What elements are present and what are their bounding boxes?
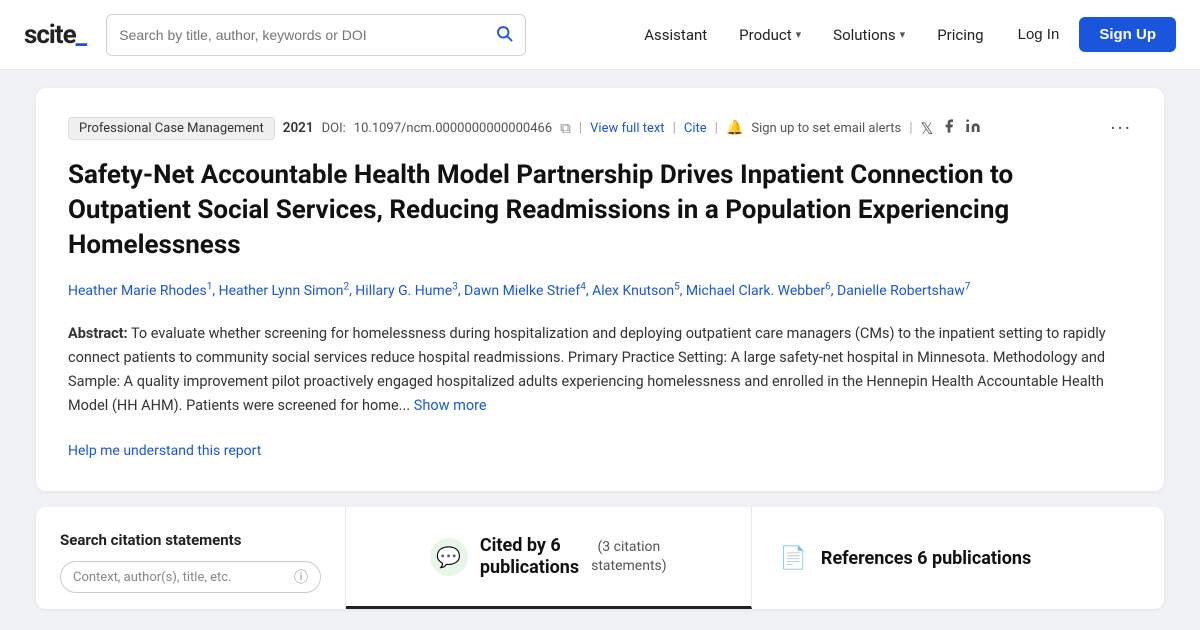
help-link[interactable]: Help me understand this report: [68, 443, 261, 459]
facebook-icon[interactable]: [941, 118, 957, 138]
nav-pricing[interactable]: Pricing: [923, 18, 997, 52]
author-3[interactable]: Hillary G. Hume3: [355, 283, 458, 299]
signup-button[interactable]: Sign Up: [1079, 17, 1176, 52]
journal-badge: Professional Case Management: [68, 117, 275, 140]
product-chevron-icon: ▾: [796, 28, 802, 41]
author-6[interactable]: Michael Clark. Webber6: [686, 283, 831, 299]
cited-by-section[interactable]: 💬 Cited by 6 publications (3 citation st…: [346, 507, 752, 609]
logo[interactable]: scite_: [24, 20, 86, 50]
social-icons: 𝕏: [921, 118, 982, 138]
show-more-button[interactable]: Show more: [414, 397, 487, 414]
linkedin-icon[interactable]: [965, 118, 981, 138]
login-button[interactable]: Log In: [1002, 18, 1076, 51]
doi-label: DOI:: [322, 121, 346, 136]
citation-statements-line2: statements): [591, 557, 667, 575]
search-input[interactable]: [119, 27, 487, 43]
solutions-chevron-icon: ▾: [900, 28, 906, 41]
doi-value: 10.1097/ncm.0000000000000466: [354, 121, 552, 136]
meta-row: Professional Case Management 2021 DOI: 1…: [68, 116, 1132, 140]
copy-doi-icon[interactable]: ⧉: [560, 119, 571, 137]
author-7[interactable]: Danielle Robertshaw7: [837, 283, 970, 299]
search-citation-title: Search citation statements: [60, 531, 321, 549]
more-options-button[interactable]: ···: [1110, 116, 1132, 140]
cite-link[interactable]: Cite: [684, 121, 707, 136]
abstract: Abstract: To evaluate whether screening …: [68, 322, 1132, 418]
article-year: 2021: [283, 120, 314, 136]
search-citation-section: Search citation statements Context, auth…: [36, 507, 346, 609]
filter-placeholder-text: Context, author(s), title, etc.: [73, 570, 232, 585]
header: scite_ Assistant Product ▾ Solutions ▾ P…: [0, 0, 1200, 70]
references-section[interactable]: 📄 References 6 publications: [752, 507, 1165, 609]
cited-text-line2: publications: [480, 557, 579, 579]
authors-list: Heather Marie Rhodes1, Heather Lynn Simo…: [68, 279, 1132, 302]
main-content: Professional Case Management 2021 DOI: 1…: [20, 88, 1180, 609]
author-1[interactable]: Heather Marie Rhodes1: [68, 283, 212, 299]
document-icon: 📄: [780, 546, 807, 571]
alert-text: Sign up to set email alerts: [751, 121, 901, 136]
article-card: Professional Case Management 2021 DOI: 1…: [36, 88, 1164, 491]
filter-info-icon: ⓘ: [294, 567, 308, 587]
main-nav: Assistant Product ▾ Solutions ▾ Pricing …: [630, 17, 1176, 52]
search-bar[interactable]: [106, 14, 526, 56]
cited-main: 💬 Cited by 6 publications (3 citation st…: [430, 535, 667, 578]
nav-product[interactable]: Product ▾: [725, 18, 815, 52]
author-4[interactable]: Dawn Mielke Strief4: [464, 283, 586, 299]
bell-icon: 🔔: [726, 120, 743, 136]
article-title: Safety-Net Accountable Health Model Part…: [68, 158, 1132, 263]
citation-statements-block: (3 citation statements): [591, 538, 667, 574]
twitter-icon[interactable]: 𝕏: [921, 119, 934, 138]
view-full-text-link[interactable]: View full text: [590, 121, 664, 136]
nav-assistant[interactable]: Assistant: [630, 18, 721, 52]
author-2[interactable]: Heather Lynn Simon2: [219, 283, 349, 299]
cited-text-line1: Cited by 6: [480, 535, 579, 557]
references-text: References 6 publications: [821, 548, 1031, 569]
citation-statements-line1: (3 citation: [591, 538, 667, 556]
citation-filter-input[interactable]: Context, author(s), title, etc. ⓘ: [60, 561, 321, 593]
cited-text-block: Cited by 6 publications: [480, 535, 579, 578]
chat-bubble-icon: 💬: [430, 538, 468, 576]
search-icon: [495, 24, 513, 46]
nav-solutions[interactable]: Solutions ▾: [819, 18, 919, 52]
bottom-section: Search citation statements Context, auth…: [36, 507, 1164, 609]
author-5[interactable]: Alex Knutson5: [592, 283, 680, 299]
